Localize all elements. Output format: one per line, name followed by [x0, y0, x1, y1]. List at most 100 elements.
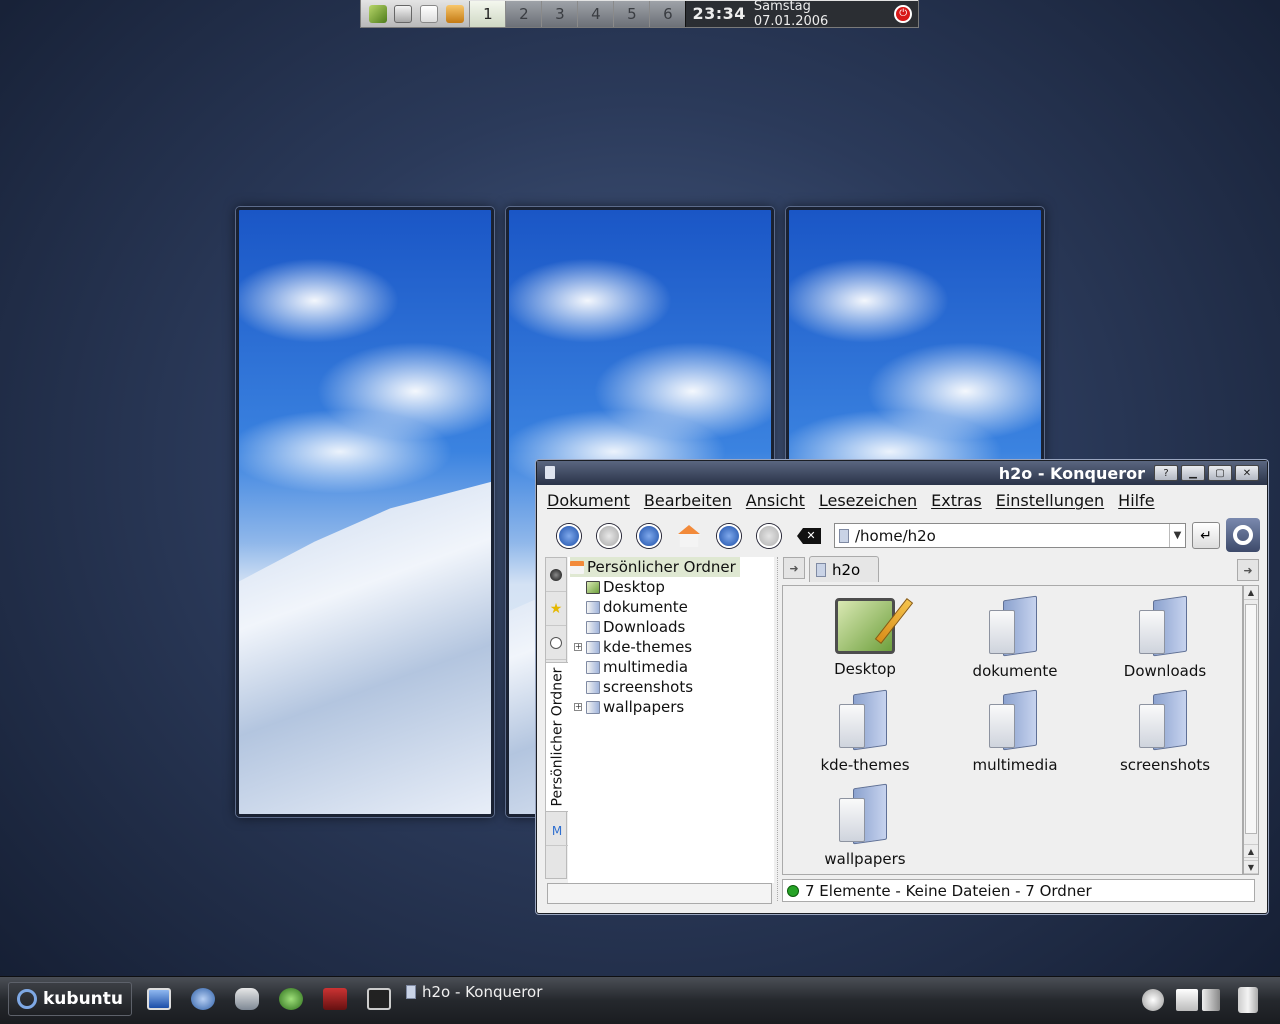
wallpaper-panel-left [236, 207, 494, 817]
go-button[interactable]: ↵ [1192, 522, 1220, 549]
back-button[interactable] [549, 520, 589, 552]
desktop-folder-icon [586, 580, 600, 594]
desktop-6-button[interactable]: 6 [649, 0, 686, 27]
tree-item-label: Desktop [603, 578, 665, 596]
package-launcher[interactable] [442, 2, 468, 26]
reload-button[interactable] [709, 520, 749, 552]
status-bar: 7 Elemente - Keine Dateien - 7 Ordner [782, 879, 1255, 902]
desktop-launcher[interactable] [144, 985, 174, 1013]
menu-hilfe[interactable]: Hilfe [1118, 491, 1154, 510]
maximize-button[interactable]: ▢ [1208, 465, 1232, 481]
task-konqueror[interactable]: h2o - Konqueror [406, 980, 542, 1004]
sidebar-tab-bookmarks[interactable]: ★ [546, 592, 566, 626]
sidebar-tab-home[interactable]: Persönlicher Ordner [546, 662, 568, 812]
tree-item-dokumente[interactable]: dokumente [586, 597, 688, 617]
menu-ansicht[interactable]: Ansicht [746, 491, 805, 510]
sidebar-tabs: ★ Persönlicher Ordner M [545, 557, 568, 879]
folder-icon [586, 600, 600, 614]
menu-extras[interactable]: Extras [931, 491, 982, 510]
sidebar-tab-history[interactable] [546, 626, 566, 660]
multimedia-launcher[interactable] [320, 985, 350, 1013]
terminal-icon [367, 988, 391, 1010]
close-tab-button[interactable]: ➜ [1237, 559, 1259, 581]
kde-icon [191, 988, 215, 1010]
file-item-kde-themes[interactable]: kde-themes [795, 689, 935, 780]
terminal-launcher[interactable] [364, 985, 394, 1013]
save-launcher[interactable] [391, 2, 417, 26]
splitter[interactable] [777, 557, 779, 901]
stop-button[interactable] [749, 520, 789, 552]
file-item-label: dokumente [972, 662, 1058, 680]
volume-icon[interactable] [1202, 989, 1220, 1011]
scroll-up-icon[interactable]: ▲ [1244, 586, 1258, 600]
notepad-launcher[interactable] [416, 2, 442, 26]
clipboard-icon[interactable] [1176, 989, 1198, 1011]
tree-item-wallpapers[interactable]: + wallpapers [574, 697, 684, 717]
trash-icon[interactable] [1238, 987, 1258, 1013]
scroll-thumb[interactable] [1245, 604, 1257, 834]
file-item-multimedia[interactable]: multimedia [945, 689, 1085, 780]
monitor-icon [147, 988, 171, 1010]
menu-dokument[interactable]: Dokument [547, 491, 630, 510]
kde-launcher[interactable] [188, 985, 218, 1013]
folder-icon [406, 985, 416, 999]
scroll-up-icon[interactable]: ▲ [1244, 844, 1258, 858]
sidebar-tab-network[interactable] [546, 558, 566, 592]
up-button[interactable] [629, 520, 669, 552]
close-button[interactable]: ✕ [1235, 465, 1259, 481]
window-menu-icon[interactable] [545, 466, 555, 479]
location-input[interactable]: /home/h2o ▼ [834, 523, 1186, 548]
file-item-dokumente[interactable]: dokumente [945, 595, 1085, 686]
desktop-3-button[interactable]: 3 [541, 0, 578, 27]
expand-icon[interactable]: + [574, 703, 582, 711]
desktop-1-button[interactable]: 1 [469, 0, 506, 27]
desktop-4-button[interactable]: 4 [577, 0, 614, 27]
bottom-panel: kubuntu h2o - Konqueror [0, 976, 1280, 1024]
home-icon [677, 525, 701, 547]
logout-icon[interactable]: ⏻ [894, 4, 913, 23]
status-text: 7 Elemente - Keine Dateien - 7 Ordner [805, 881, 1092, 900]
title-bar[interactable]: h2o - Konqueror ? ▁ ▢ ✕ [537, 461, 1267, 485]
new-tab-button[interactable]: ➜ [783, 557, 805, 579]
kubuntu-throbber-icon[interactable] [1226, 518, 1260, 552]
clear-location-icon: ✕ [797, 528, 821, 544]
file-item-desktop[interactable]: Desktop [795, 596, 935, 686]
expand-icon[interactable]: + [574, 643, 582, 651]
file-item-label: wallpapers [824, 850, 906, 868]
menu-einstellungen[interactable]: Einstellungen [996, 491, 1104, 510]
tree-item-downloads[interactable]: Downloads [586, 617, 685, 637]
file-item-screenshots[interactable]: screenshots [1095, 689, 1235, 780]
tree-item-multimedia[interactable]: multimedia [586, 657, 688, 677]
file-item-wallpapers[interactable]: wallpapers [795, 783, 935, 874]
desktop-5-button[interactable]: 5 [613, 0, 650, 27]
scroll-down-icon[interactable]: ▼ [1244, 860, 1258, 874]
tree-root-label: Persönlicher Ordner [587, 558, 736, 576]
browser-launcher[interactable] [276, 985, 306, 1013]
kate-launcher[interactable] [365, 2, 391, 26]
menu-bearbeiten[interactable]: Bearbeiten [644, 491, 732, 510]
dvd-icon[interactable] [1142, 989, 1164, 1011]
help-button[interactable]: ? [1154, 465, 1178, 481]
desktop-2-button[interactable]: 2 [505, 0, 542, 27]
clock-date: Samstag 07.01.2006 [753, 0, 829, 29]
sidebar-tab-media[interactable]: M [546, 816, 568, 846]
clock[interactable]: 23:34 Samstag 07.01.2006 ⏻ [685, 0, 919, 29]
folder-icon [835, 783, 895, 845]
tab-h2o[interactable]: h2o [809, 556, 879, 582]
home-button[interactable] [669, 520, 709, 552]
vertical-scrollbar[interactable]: ▲ ▲ ▼ [1243, 585, 1259, 875]
network-launcher[interactable] [232, 985, 262, 1013]
forward-button[interactable] [589, 520, 629, 552]
location-dropdown-icon[interactable]: ▼ [1169, 524, 1185, 547]
desktop-folder-icon [835, 598, 914, 654]
tree-item-kde-themes[interactable]: + kde-themes [574, 637, 692, 657]
tree-item-desktop[interactable]: Desktop [586, 577, 665, 597]
minimize-button[interactable]: ▁ [1181, 465, 1205, 481]
tree-item-screenshots[interactable]: screenshots [586, 677, 693, 697]
kubuntu-logo-icon [17, 989, 37, 1009]
kmenu-button[interactable]: kubuntu [8, 982, 132, 1016]
file-item-downloads[interactable]: Downloads [1095, 595, 1235, 686]
menu-lesezeichen[interactable]: Lesezeichen [819, 491, 917, 510]
clear-location-button[interactable]: ✕ [789, 520, 829, 552]
tree-root-home[interactable]: Persönlicher Ordner [570, 557, 740, 577]
